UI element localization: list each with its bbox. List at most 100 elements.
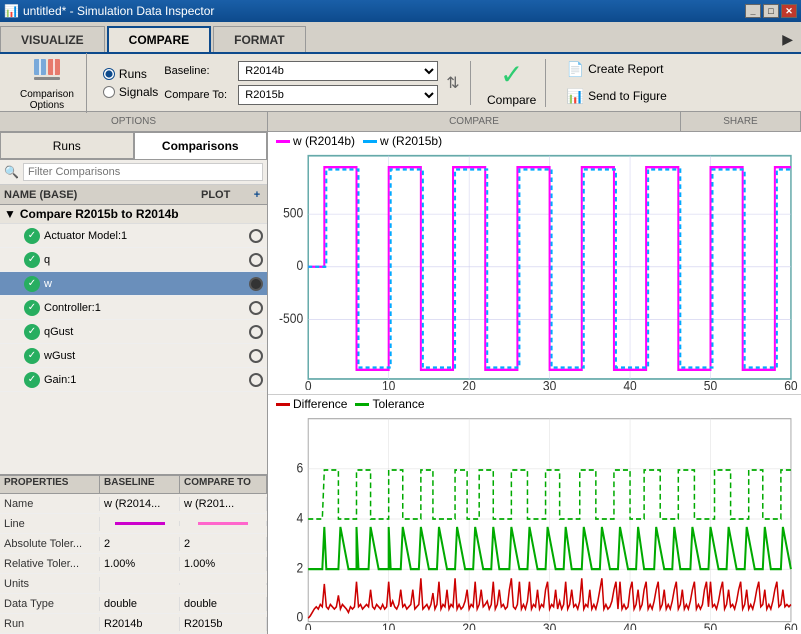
- legend-color-red: [276, 403, 290, 406]
- props-units-compare: [180, 583, 267, 585]
- svg-text:0: 0: [296, 609, 303, 625]
- legend-label-difference: Difference: [293, 397, 347, 411]
- plot-circle[interactable]: [249, 349, 263, 363]
- legend-r2015b: w (R2015b): [363, 134, 442, 148]
- tree-row[interactable]: ✓ Actuator Model:1: [0, 224, 267, 248]
- svg-text:60: 60: [784, 378, 797, 391]
- comparison-options-icon: [31, 55, 63, 87]
- tab-format[interactable]: FORMAT: [213, 26, 305, 52]
- app-logo: 📊: [4, 4, 19, 18]
- col-name-header: NAME (BASE): [0, 189, 197, 201]
- row-name: qGust: [44, 326, 239, 338]
- section-labels-row: OPTIONS COMPARE SHARE: [0, 112, 801, 132]
- svg-text:30: 30: [543, 621, 556, 630]
- tree-row[interactable]: ✓ Gain:1: [0, 368, 267, 392]
- props-abs-tol-baseline: 2: [100, 537, 180, 551]
- props-row-run: Run R2014b R2015b: [0, 614, 267, 634]
- props-rel-tol-baseline: 1.00%: [100, 557, 180, 571]
- compare-section: ✓ Compare: [479, 59, 546, 107]
- create-report-button[interactable]: 📄 Create Report: [562, 58, 672, 81]
- tree-row[interactable]: ✓ wGust: [0, 344, 267, 368]
- table-header: NAME (BASE) PLOT +: [0, 185, 267, 205]
- comparisons-button[interactable]: Comparisons: [134, 132, 268, 159]
- chart-top-svg: 500 0 -500 0 10 20 30 40 50 60: [268, 150, 801, 390]
- legend-tolerance: Tolerance: [355, 397, 424, 411]
- properties-header: PROPERTIES BASELINE COMPARE TO: [0, 476, 267, 494]
- check-icon: ✓: [24, 348, 40, 364]
- tree-collapse-icon[interactable]: ▼: [4, 207, 16, 221]
- radio-group: Runs Signals: [103, 67, 158, 99]
- props-units-label: Units: [0, 577, 100, 591]
- line-swatch-magenta: [115, 522, 165, 525]
- svg-text:20: 20: [462, 378, 475, 391]
- toolbar: ComparisonOptions Runs Signals Baseline:…: [0, 54, 801, 112]
- tree-row[interactable]: ✓ qGust: [0, 320, 267, 344]
- signals-radio-label: Signals: [119, 85, 158, 99]
- props-row-units: Units: [0, 574, 267, 594]
- svg-text:50: 50: [704, 621, 717, 630]
- signals-radio-item[interactable]: Signals: [103, 85, 158, 99]
- props-row-name: Name w (R2014... w (R201...: [0, 494, 267, 514]
- props-name-label: Name: [0, 497, 100, 511]
- plot-circle-filled[interactable]: [249, 277, 263, 291]
- properties-panel: PROPERTIES BASELINE COMPARE TO Name w (R…: [0, 474, 267, 634]
- signals-radio[interactable]: [103, 86, 115, 98]
- runs-button[interactable]: Runs: [0, 132, 134, 159]
- props-line-label: Line: [0, 517, 100, 531]
- tab-arrow-icon[interactable]: ▶: [774, 27, 801, 52]
- send-to-figure-label: Send to Figure: [588, 89, 667, 103]
- svg-text:500: 500: [283, 205, 303, 221]
- plot-circle[interactable]: [249, 253, 263, 267]
- row-name: q: [44, 254, 239, 266]
- svg-text:10: 10: [382, 378, 395, 391]
- compare-label: Compare: [487, 93, 536, 107]
- main-content: Runs Comparisons 🔍 NAME (BASE) PLOT + ▼ …: [0, 132, 801, 634]
- props-units-baseline: [100, 583, 180, 585]
- runs-radio-label: Runs: [119, 67, 147, 81]
- legend-difference: Difference: [276, 397, 347, 411]
- svg-text:50: 50: [704, 378, 717, 391]
- plot-circle[interactable]: [249, 301, 263, 315]
- run-signal-section: Runs Signals Baseline: R2014b Compare To…: [95, 61, 471, 105]
- props-name-compare: w (R201...: [180, 497, 267, 511]
- maximize-button[interactable]: □: [763, 4, 779, 18]
- compare-button[interactable]: ✓ Compare: [487, 59, 537, 107]
- col-add-header[interactable]: +: [247, 189, 267, 201]
- props-row-rel-tol: Relative Toler... 1.00% 1.00%: [0, 554, 267, 574]
- filter-search-icon: 🔍: [4, 165, 19, 179]
- tab-compare[interactable]: COMPARE: [107, 26, 211, 52]
- title-bar: 📊 untitled* - Simulation Data Inspector …: [0, 0, 801, 22]
- create-report-icon: 📄: [567, 61, 584, 78]
- row-name-w: w: [44, 278, 239, 290]
- swap-icon[interactable]: ⇅: [446, 73, 459, 93]
- chart-top: w (R2014b) w (R2015b): [268, 132, 801, 395]
- comparison-options-button[interactable]: ComparisonOptions: [16, 53, 78, 113]
- send-to-figure-button[interactable]: 📊 Send to Figure: [562, 85, 672, 108]
- plot-circle[interactable]: [249, 325, 263, 339]
- plot-circle[interactable]: [249, 229, 263, 243]
- chart-bottom-legend: Difference Tolerance: [268, 395, 801, 413]
- tree-row[interactable]: ✓ q: [0, 248, 267, 272]
- props-col-baseline: BASELINE: [100, 476, 180, 493]
- tab-visualize[interactable]: VISUALIZE: [0, 26, 105, 52]
- svg-text:40: 40: [623, 621, 636, 630]
- runs-radio-item[interactable]: Runs: [103, 67, 158, 81]
- line-swatch-pink: [198, 522, 248, 525]
- chart-bottom-svg: 0 2 4 6 0 10 20 30 40 50 60: [268, 413, 801, 630]
- filter-input[interactable]: [23, 163, 263, 181]
- send-to-figure-icon: 📊: [567, 88, 584, 105]
- props-row-abs-tol: Absolute Toler... 2 2: [0, 534, 267, 554]
- tree-row-w[interactable]: ✓ w: [0, 272, 267, 296]
- tree-group-label: Compare R2015b to R2014b: [20, 207, 179, 221]
- baseline-select[interactable]: R2014b: [238, 61, 438, 81]
- row-name: Actuator Model:1: [44, 230, 239, 242]
- col-plot-header: PLOT: [197, 189, 247, 201]
- tree-row[interactable]: ✓ Controller:1: [0, 296, 267, 320]
- svg-text:10: 10: [382, 621, 395, 630]
- compare-to-select[interactable]: R2015b: [238, 85, 438, 105]
- close-button[interactable]: ✕: [781, 4, 797, 18]
- minimize-button[interactable]: _: [745, 4, 761, 18]
- runs-radio[interactable]: [103, 68, 115, 80]
- props-rel-tol-compare: 1.00%: [180, 557, 267, 571]
- plot-circle[interactable]: [249, 373, 263, 387]
